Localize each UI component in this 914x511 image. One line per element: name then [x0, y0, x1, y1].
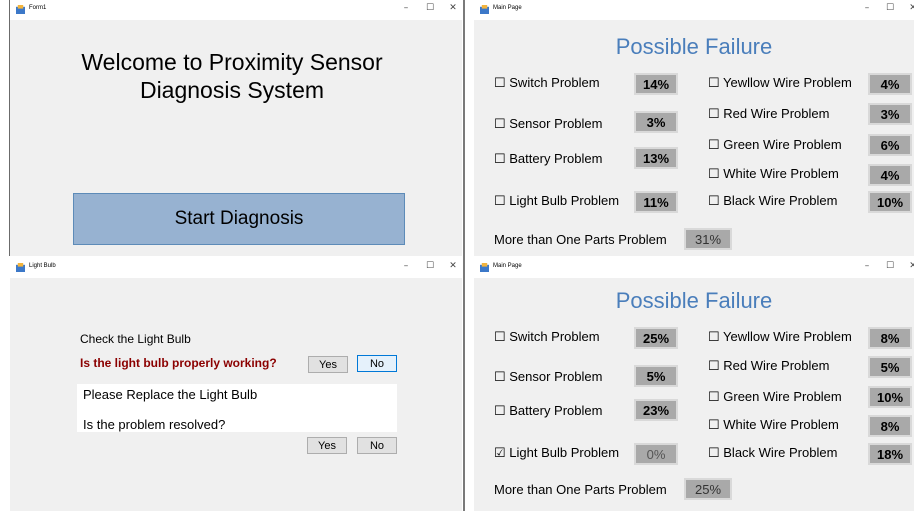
app-icon	[480, 5, 489, 14]
yellow-wire-problem-checkbox[interactable]: ☐ Yewllow Wire Problem	[708, 75, 852, 91]
sensor-problem-percent: 5%	[634, 365, 678, 387]
green-wire-problem-checkbox[interactable]: ☐ Green Wire Problem	[708, 389, 842, 405]
light-bulb-problem-checkbox[interactable]: ☐ Light Bulb Problem	[494, 193, 619, 209]
multi-parts-label: More than One Parts Problem	[494, 232, 667, 247]
form1-window: Form1 – ☐ ✕ Welcome to Proximity Sensor …	[10, 0, 462, 256]
battery-problem-checkbox[interactable]: ☐ Battery Problem	[494, 403, 602, 419]
yes-button[interactable]: Yes	[308, 356, 348, 373]
close-icon[interactable]: ✕	[446, 3, 460, 13]
green-wire-problem-percent: 10%	[868, 386, 912, 408]
light-bulb-window: Light Bulb – ☐ ✕ Check the Light Bulb Is…	[10, 258, 462, 511]
main2-title: Main Page	[493, 263, 522, 269]
minimize-icon[interactable]: –	[399, 3, 413, 13]
close-icon[interactable]: ✕	[906, 261, 914, 271]
minimize-icon[interactable]: –	[399, 261, 413, 271]
possible-failure-heading: Possible Failure	[615, 288, 773, 313]
switch-problem-checkbox[interactable]: ☐ Switch Problem	[494, 75, 600, 91]
welcome-line-1: Welcome to Proximity Sensor	[81, 49, 383, 75]
resolved-question-text: Is the problem resolved?	[83, 417, 226, 432]
check-light-bulb-label: Check the Light Bulb	[80, 332, 191, 346]
form1-titlebar[interactable]: Form1 – ☐ ✕	[10, 0, 462, 20]
main-page-window-2: Main Page – ☐ ✕ Possible Failure ☐ Switc…	[474, 258, 914, 511]
white-wire-problem-percent: 4%	[868, 164, 912, 186]
maximize-icon[interactable]: ☐	[883, 3, 897, 13]
replace-bulb-text: Please Replace the Light Bulb	[83, 387, 258, 402]
no-button[interactable]: No	[357, 355, 397, 372]
green-wire-problem-checkbox[interactable]: ☐ Green Wire Problem	[708, 137, 842, 153]
start-diagnosis-button[interactable]: Start Diagnosis	[73, 193, 405, 245]
maximize-icon[interactable]: ☐	[883, 261, 897, 271]
main-page-window-1: Main Page – ☐ ✕ Possible Failure ☐ Switc…	[474, 0, 914, 256]
red-wire-problem-percent: 3%	[868, 103, 912, 125]
multi-parts-label: More than One Parts Problem	[494, 482, 667, 497]
light-bulb-problem-percent: 11%	[634, 191, 678, 213]
window-divider	[463, 0, 465, 511]
switch-problem-percent: 25%	[634, 327, 678, 349]
minimize-icon[interactable]: –	[860, 261, 874, 271]
switch-problem-percent: 14%	[634, 73, 678, 95]
red-wire-problem-checkbox[interactable]: ☐ Red Wire Problem	[708, 358, 829, 374]
maximize-icon[interactable]: ☐	[423, 3, 437, 13]
minimize-icon[interactable]: –	[860, 3, 874, 13]
lightbulb-title: Light Bulb	[29, 263, 56, 269]
lightbulb-titlebar[interactable]: Light Bulb – ☐ ✕	[10, 258, 462, 278]
yes-resolved-button[interactable]: Yes	[307, 437, 347, 454]
white-wire-problem-percent: 8%	[868, 415, 912, 437]
maximize-icon[interactable]: ☐	[423, 261, 437, 271]
light-bulb-problem-checkbox[interactable]: ☑ Light Bulb Problem	[494, 445, 619, 461]
green-wire-problem-percent: 6%	[868, 134, 912, 156]
yellow-wire-problem-percent: 8%	[868, 327, 912, 349]
yellow-wire-problem-checkbox[interactable]: ☐ Yewllow Wire Problem	[708, 329, 852, 345]
window-divider	[9, 0, 10, 256]
welcome-heading: Welcome to Proximity Sensor Diagnosis Sy…	[10, 48, 460, 104]
multi-parts-percent: 25%	[684, 478, 732, 500]
main1-titlebar[interactable]: Main Page – ☐ ✕	[474, 0, 914, 20]
battery-problem-percent: 23%	[634, 399, 678, 421]
white-wire-problem-checkbox[interactable]: ☐ White Wire Problem	[708, 417, 839, 433]
red-wire-problem-percent: 5%	[868, 356, 912, 378]
main1-title: Main Page	[493, 5, 522, 11]
close-icon[interactable]: ✕	[906, 3, 914, 13]
sensor-problem-checkbox[interactable]: ☐ Sensor Problem	[494, 116, 602, 132]
main2-titlebar[interactable]: Main Page – ☐ ✕	[474, 258, 914, 278]
sensor-problem-percent: 3%	[634, 111, 678, 133]
black-wire-problem-checkbox[interactable]: ☐ Black Wire Problem	[708, 445, 837, 461]
multi-parts-percent: 31%	[684, 228, 732, 250]
light-bulb-problem-percent: 0%	[634, 443, 678, 465]
app-icon	[16, 263, 25, 272]
yellow-wire-problem-percent: 4%	[868, 73, 912, 95]
battery-problem-percent: 13%	[634, 147, 678, 169]
possible-failure-heading: Possible Failure	[615, 34, 773, 59]
no-resolved-button[interactable]: No	[357, 437, 397, 454]
red-wire-problem-checkbox[interactable]: ☐ Red Wire Problem	[708, 106, 829, 122]
black-wire-problem-checkbox[interactable]: ☐ Black Wire Problem	[708, 193, 837, 209]
battery-problem-checkbox[interactable]: ☐ Battery Problem	[494, 151, 602, 167]
switch-problem-checkbox[interactable]: ☐ Switch Problem	[494, 329, 600, 345]
form1-title: Form1	[29, 5, 47, 11]
app-icon	[16, 5, 25, 14]
black-wire-problem-percent: 10%	[868, 191, 912, 213]
black-wire-problem-percent: 18%	[868, 443, 912, 465]
close-icon[interactable]: ✕	[446, 261, 460, 271]
sensor-problem-checkbox[interactable]: ☐ Sensor Problem	[494, 369, 602, 385]
light-bulb-question: Is the light bulb properly working?	[80, 356, 277, 370]
welcome-line-2: Diagnosis System	[139, 77, 325, 103]
app-icon	[480, 263, 489, 272]
white-wire-problem-checkbox[interactable]: ☐ White Wire Problem	[708, 166, 839, 182]
